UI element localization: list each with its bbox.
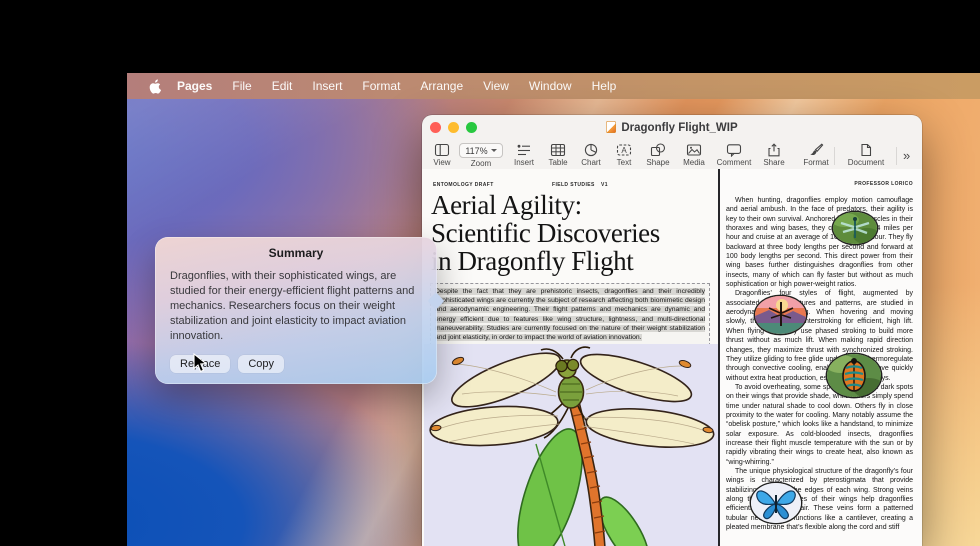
pages-window: Dragonfly Flight_WIP View 117% Zoom Inse…	[422, 115, 922, 546]
menu-item-insert[interactable]: Insert	[302, 73, 352, 99]
screen: Pages File Edit Insert Format Arrange Vi…	[0, 0, 980, 546]
zoom-control[interactable]: 117% Zoom	[454, 143, 508, 168]
menu-item-edit[interactable]: Edit	[262, 73, 303, 99]
chevron-down-icon	[491, 149, 497, 152]
popup-buttons: Replace Copy	[170, 355, 284, 373]
comment-bubble-icon	[726, 143, 742, 157]
document-right-column: PROFESSOR LORICO When hunting, dragonfli…	[720, 169, 920, 546]
body-paragraph-2[interactable]: Dragonflies’ four styles of flight, augm…	[726, 289, 913, 382]
svg-text:A: A	[621, 146, 627, 155]
menu-item-window[interactable]: Window	[519, 73, 582, 99]
doc-meta-center[interactable]: FIELD STUDIES	[552, 182, 595, 188]
window-titlebar[interactable]: Dragonfly Flight_WIP	[422, 115, 922, 141]
menu-item-pages[interactable]: Pages	[167, 73, 222, 99]
document-canvas: ENTOMOLOGY DRAFT FIELD STUDIES V1 Aerial…	[422, 169, 922, 546]
popup-title: Summary	[155, 246, 437, 260]
selected-text: Despite the fact that they are prehistor…	[435, 288, 705, 341]
mouse-cursor-icon	[193, 353, 207, 378]
toolbar: View 117% Zoom Insert Table Chart A Text	[422, 141, 922, 170]
window-title: Dragonfly Flight_WIP	[422, 121, 922, 134]
document-button[interactable]: Document	[840, 143, 892, 167]
apple-menu-icon[interactable]	[148, 79, 161, 94]
text-box-icon: A	[616, 143, 632, 157]
dragonfly-illustration[interactable]	[424, 344, 718, 546]
selected-text-block[interactable]: Despite the fact that they are prehistor…	[430, 283, 710, 346]
headline-line-2: Scientific Discoveries	[431, 219, 715, 247]
toolbar-separator	[896, 147, 897, 165]
inline-photo-dragonfly-sunset[interactable]	[755, 296, 806, 334]
document-left-column: ENTOMOLOGY DRAFT FIELD STUDIES V1 Aerial…	[422, 169, 718, 546]
format-button[interactable]: Format	[794, 143, 838, 167]
toolbar-separator	[834, 147, 835, 165]
toolbar-overflow-button[interactable]: »	[903, 148, 909, 163]
share-icon	[766, 143, 782, 157]
pages-document-icon	[606, 121, 616, 133]
share-button[interactable]: Share	[752, 143, 796, 167]
menu-item-view[interactable]: View	[473, 73, 519, 99]
inline-photo-beetle[interactable]	[827, 354, 881, 397]
zoom-dropdown[interactable]: 117%	[459, 143, 502, 158]
comment-button[interactable]: Comment	[710, 143, 758, 167]
menu-item-file[interactable]: File	[222, 73, 261, 99]
headline-line-1: Aerial Agility:	[431, 191, 715, 219]
sidebar-icon	[434, 143, 450, 157]
doc-byline[interactable]: PROFESSOR LORICO	[726, 181, 913, 187]
menu-item-help[interactable]: Help	[582, 73, 627, 99]
headline-line-3: in Dragonfly Flight	[431, 247, 715, 275]
image-icon	[686, 143, 702, 157]
inline-photo-dragonfly-leaf[interactable]	[833, 212, 877, 244]
insert-icon	[516, 143, 532, 157]
popup-summary-text: Dragonflies, with their sophisticated wi…	[170, 269, 424, 344]
doc-meta-version[interactable]: V1	[601, 182, 608, 188]
copy-button[interactable]: Copy	[238, 355, 284, 373]
menu-item-format[interactable]: Format	[352, 73, 410, 99]
table-icon	[550, 143, 566, 157]
menu-item-arrange[interactable]: Arrange	[410, 73, 473, 99]
menu-bar: Pages File Edit Insert Format Arrange Vi…	[127, 73, 980, 99]
body-paragraph-3[interactable]: To avoid overheating, some species also …	[726, 383, 913, 467]
document-headline[interactable]: Aerial Agility: Scientific Discoveries i…	[431, 191, 715, 275]
paintbrush-icon	[808, 143, 824, 157]
doc-meta-left[interactable]: ENTOMOLOGY DRAFT	[433, 182, 494, 188]
document-icon	[858, 143, 874, 157]
inline-photo-butterfly[interactable]	[751, 483, 801, 523]
pie-chart-icon	[583, 143, 599, 157]
shape-icon	[650, 143, 666, 157]
body-paragraph-1[interactable]: When hunting, dragonflies employ motion …	[726, 196, 913, 289]
